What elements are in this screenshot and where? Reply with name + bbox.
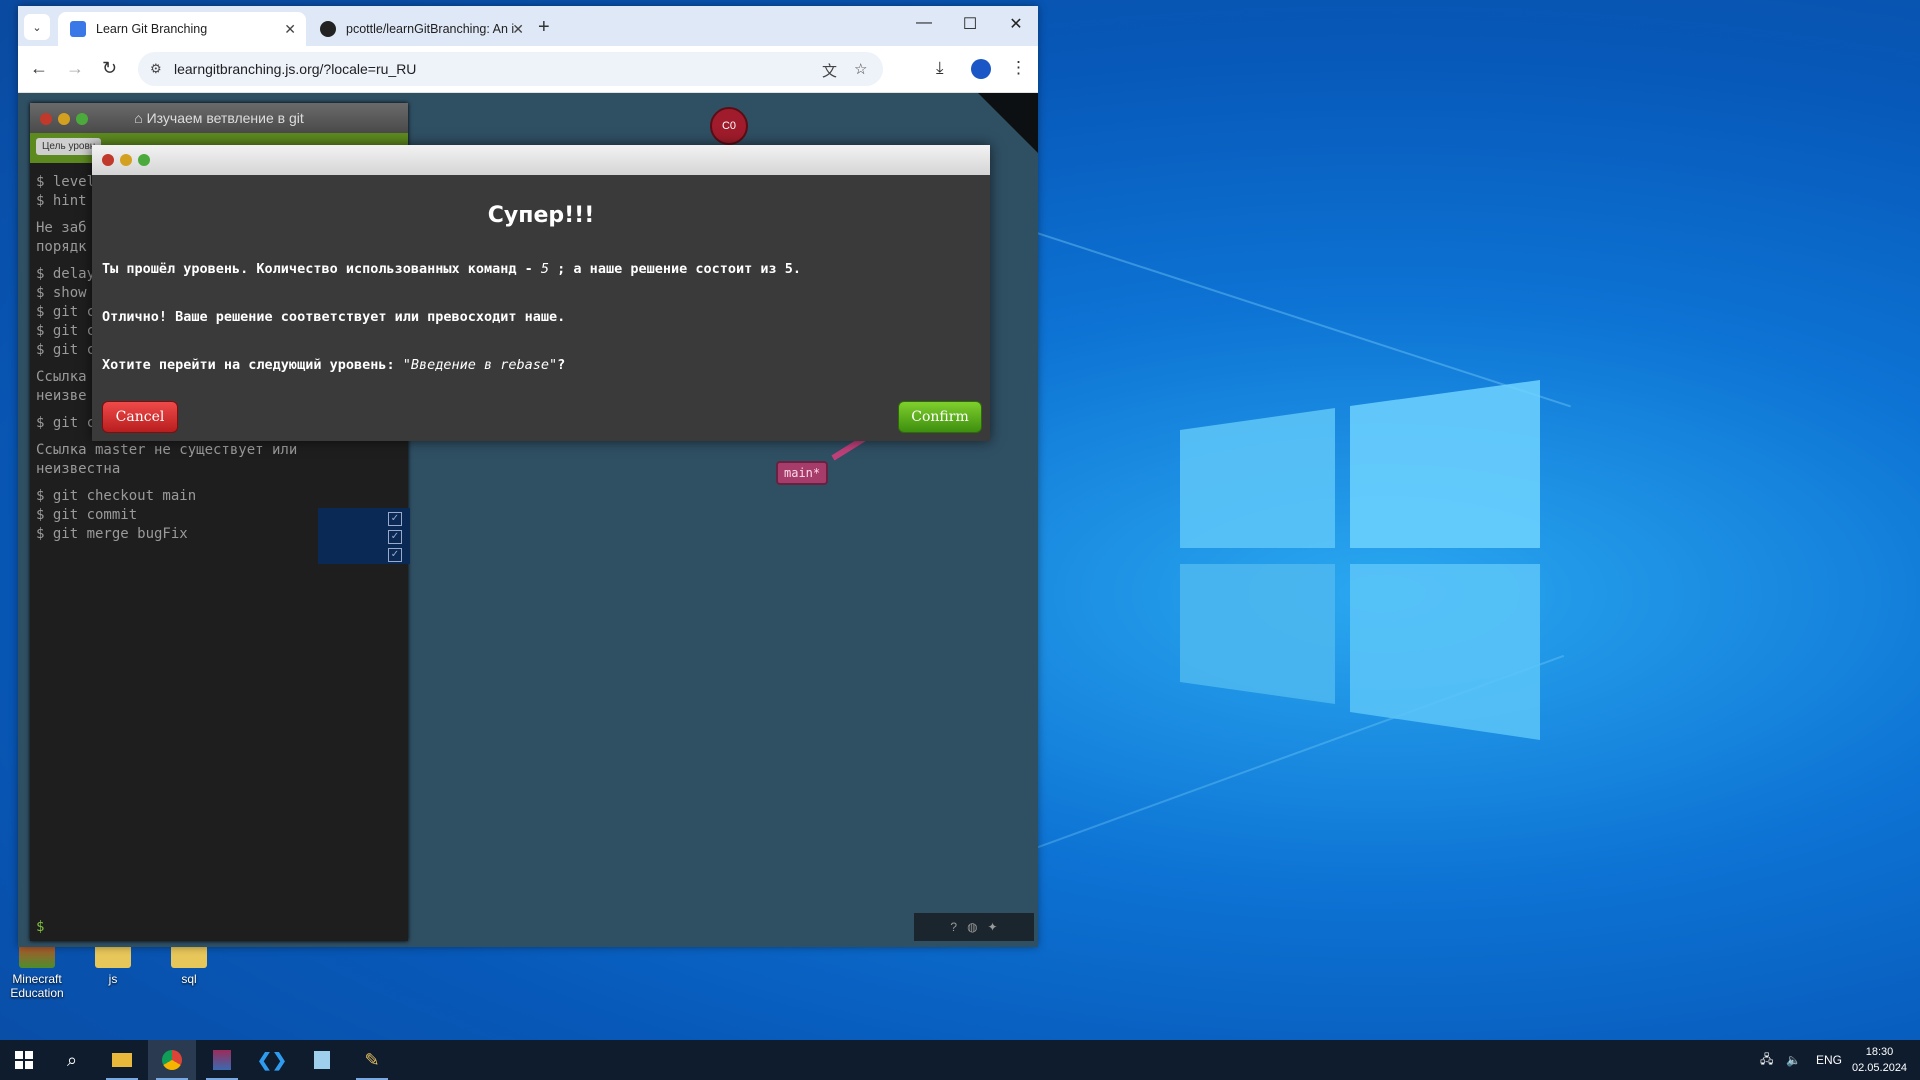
browser-toolbar: ← → ↻ ⚙ learngitbranching.js.org/?locale… xyxy=(18,46,1038,93)
close-dot-icon[interactable] xyxy=(40,113,52,125)
tab-title: pcottle/learnGitBranching: An i xyxy=(346,22,515,36)
search-icon[interactable]: ⌕ xyxy=(48,1040,96,1080)
winrar-icon[interactable] xyxy=(198,1040,246,1080)
language-indicator[interactable]: ENG xyxy=(1816,1040,1842,1080)
close-tab-icon[interactable]: ✕ xyxy=(284,21,296,38)
github-corner[interactable] xyxy=(978,93,1038,153)
twitter-icon[interactable]: ✦ xyxy=(988,920,998,934)
result-text: ; а наше решение состоит из 5. xyxy=(549,261,802,277)
maximize-dot-icon[interactable] xyxy=(138,154,150,166)
help-icon[interactable]: ? xyxy=(950,920,957,934)
minimize-dot-icon[interactable] xyxy=(120,154,132,166)
system-clock[interactable]: 18:30 02.05.2024 xyxy=(1852,1044,1907,1076)
globe-icon[interactable]: ◍ xyxy=(967,920,977,934)
branch-label: main* xyxy=(776,461,829,485)
home-icon: ⌂ xyxy=(134,110,147,126)
tab-search-button[interactable]: ⌄ xyxy=(24,14,50,40)
desktop-icon-label: js xyxy=(108,972,118,986)
vscode-icon[interactable]: ❮❯ xyxy=(248,1040,296,1080)
maximize-icon[interactable]: ☐ xyxy=(950,14,990,34)
tab-bar: ⌄ Learn Git Branching ✕ pcottle/learnGit… xyxy=(18,6,1038,46)
command-count: 5 xyxy=(540,261,550,277)
desktop-icon-minecraft[interactable]: Minecraft Education xyxy=(2,940,72,1000)
profile-avatar[interactable] xyxy=(971,59,991,79)
terminal-line: $ git checkout main xyxy=(36,488,197,504)
dialog-heading: Супер!!! xyxy=(487,203,595,228)
windows-start-icon xyxy=(15,1051,33,1069)
bookmark-star-icon[interactable]: ☆ xyxy=(854,60,867,78)
cancel-button[interactable]: Cancel xyxy=(102,401,178,433)
new-tab-icon[interactable]: + xyxy=(538,16,550,39)
forward-icon[interactable]: → xyxy=(66,58,84,79)
tab-github[interactable]: pcottle/learnGitBranching: An i ✕ xyxy=(308,12,534,46)
site-info-icon[interactable]: ⚙ xyxy=(150,61,162,77)
maximize-dot-icon[interactable] xyxy=(76,113,88,125)
bottom-icon-bar: ? ◍ ✦ xyxy=(914,913,1034,941)
taskbar: ⌕ ❮❯ ✎ 🖧 🔈 ENG 18:30 02.05.2024 xyxy=(0,1040,1920,1080)
start-button[interactable] xyxy=(0,1040,48,1080)
file-explorer-icon[interactable] xyxy=(98,1040,146,1080)
checkbox-icon: ✓ xyxy=(388,530,402,544)
minimize-icon[interactable]: — xyxy=(904,14,944,32)
completed-commands-highlight: ✓ ✓ ✓ xyxy=(318,508,410,564)
checkbox-icon: ✓ xyxy=(388,548,402,562)
terminal-prompt[interactable]: $ xyxy=(36,919,44,935)
confirm-button[interactable]: Confirm xyxy=(898,401,982,433)
clock-date: 02.05.2024 xyxy=(1852,1062,1908,1074)
close-dot-icon[interactable] xyxy=(102,154,114,166)
level-complete-dialog: Супер!!! Ты прошёл уровень. Количество и… xyxy=(92,145,990,441)
dialog-praise-line: Отлично! Ваше решение соответствует или … xyxy=(102,309,566,325)
chrome-icon[interactable] xyxy=(148,1040,196,1080)
back-icon[interactable]: ← xyxy=(30,58,48,79)
minimize-dot-icon[interactable] xyxy=(58,113,70,125)
next-level-text: ? xyxy=(557,357,566,373)
dialog-next-level-line: Хотите перейти на следующий уровень: "Вв… xyxy=(102,357,565,373)
download-icon[interactable]: ⤓ xyxy=(936,58,944,78)
menu-icon[interactable]: ⋮ xyxy=(1010,58,1027,78)
terminal-line: Ссылка master не существует или xyxy=(36,442,298,458)
network-icon[interactable]: 🖧 xyxy=(1760,1040,1773,1080)
reload-icon[interactable]: ↻ xyxy=(102,58,117,79)
result-text: Ты прошёл уровень. Количество использова… xyxy=(102,261,541,277)
paint-icon[interactable]: ✎ xyxy=(348,1040,396,1080)
terminal-title-bar: ⌂ Изучаем ветвление в git xyxy=(30,103,408,133)
checkbox-icon: ✓ xyxy=(388,512,402,526)
close-window-icon[interactable]: ✕ xyxy=(996,14,1036,34)
commit-node: C0 xyxy=(710,107,748,145)
tab-learn-git-branching[interactable]: Learn Git Branching ✕ xyxy=(58,12,306,46)
desktop-icon-label: sql xyxy=(181,972,197,986)
git-favicon-icon xyxy=(70,21,86,37)
dialog-result-line: Ты прошёл уровень. Количество использова… xyxy=(102,261,801,277)
tab-title: Learn Git Branching xyxy=(96,22,208,36)
next-level-name: "Введение в rebase" xyxy=(402,357,558,373)
url-text: learngitbranching.js.org/?locale=ru_RU xyxy=(174,61,417,77)
dialog-title-bar xyxy=(92,145,990,175)
github-icon xyxy=(320,21,336,37)
windows-logo xyxy=(1180,380,1540,740)
volume-muted-icon[interactable]: 🔈 xyxy=(1786,1040,1801,1080)
terminal-title: Изучаем ветвление в git xyxy=(146,110,304,126)
notepad-icon[interactable] xyxy=(298,1040,346,1080)
translate-icon[interactable]: 文 xyxy=(822,60,837,81)
desktop-icon-label: Minecraft Education xyxy=(10,972,64,1000)
clock-time: 18:30 xyxy=(1865,1046,1894,1058)
address-bar[interactable]: ⚙ learngitbranching.js.org/?locale=ru_RU… xyxy=(138,52,883,86)
close-tab-icon[interactable]: ✕ xyxy=(512,21,524,38)
terminal-line: неизвестна xyxy=(36,461,121,477)
next-level-text: Хотите перейти на следующий уровень: xyxy=(102,357,403,373)
